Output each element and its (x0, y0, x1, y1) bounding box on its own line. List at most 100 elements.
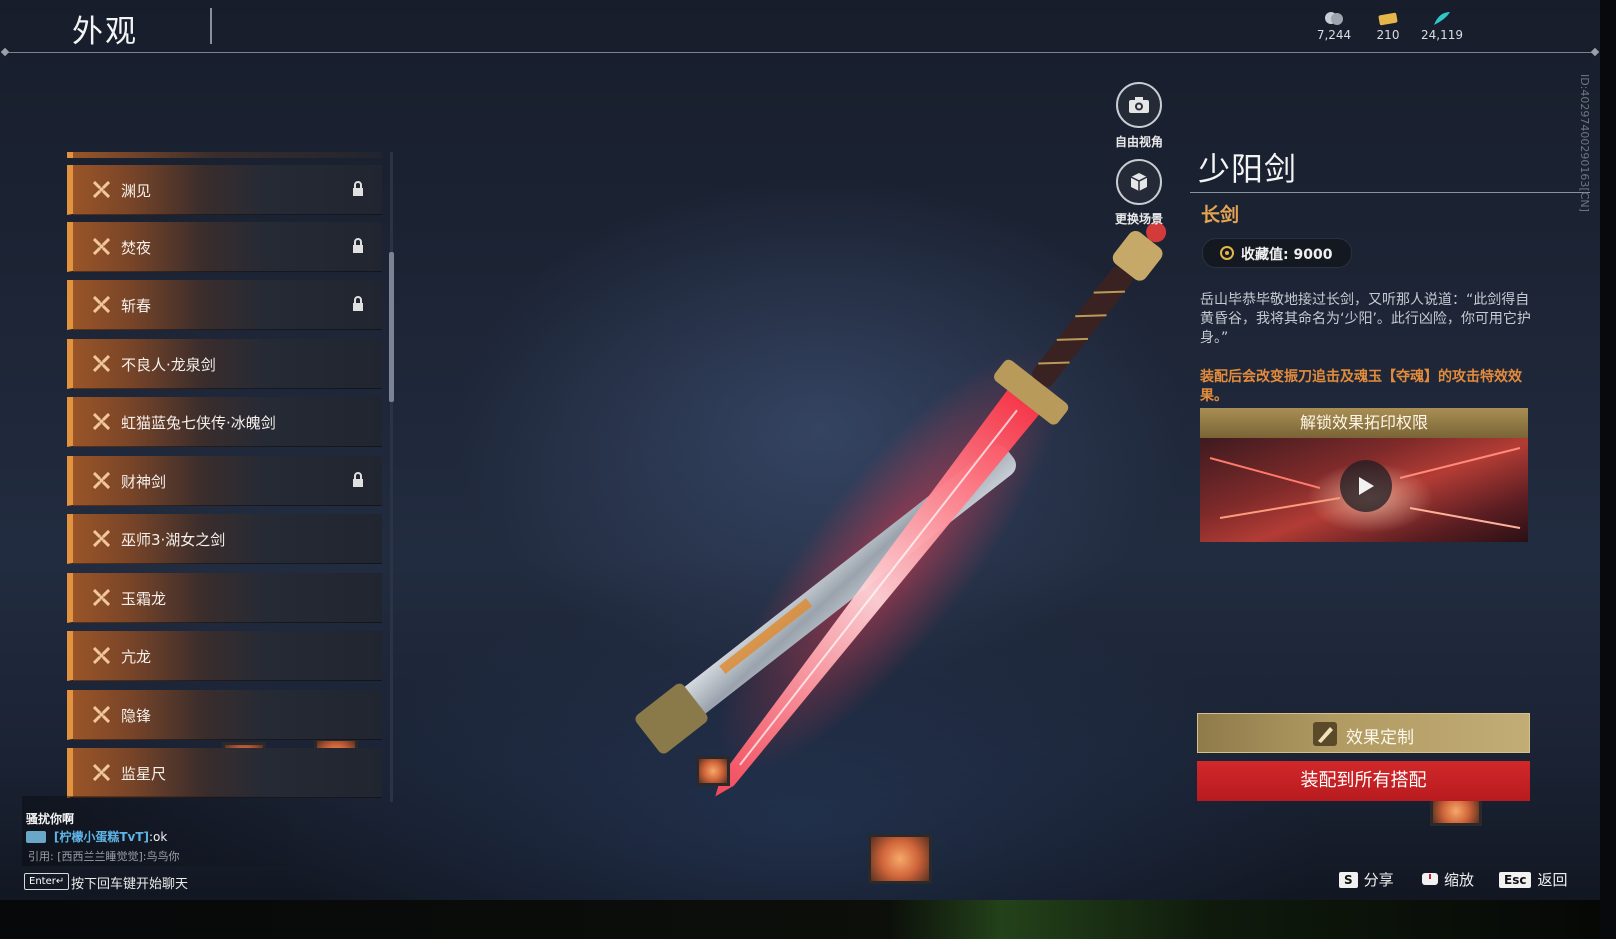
equip-mark-icon (93, 355, 110, 372)
list-item-label: 渊见 (121, 182, 152, 200)
title-divider (210, 8, 212, 44)
change-scene-label: 更换场景 (1114, 212, 1163, 226)
lock-icon (353, 296, 363, 311)
effect-preview-video[interactable] (1200, 438, 1528, 542)
currency-coins-value: 7,244 (1316, 28, 1352, 42)
collect-value-text: 收藏值: 9000 (1241, 247, 1333, 263)
free-view-circle (1116, 82, 1162, 128)
brush-icon (1313, 722, 1337, 746)
chat-text: 骚扰你啊 (26, 812, 75, 826)
list-item[interactable]: 监星尺 (67, 748, 382, 798)
list-scrollbar[interactable] (390, 152, 393, 802)
free-view-label: 自由视角 (1114, 135, 1163, 149)
list-item-label: 巫师3·湖女之剑 (121, 531, 226, 549)
list-item[interactable]: 斩春 (67, 280, 382, 330)
list-item[interactable]: 巫师3·湖女之剑 (67, 514, 382, 564)
item-type: 长剑 (1201, 204, 1240, 226)
equip-mark-icon (93, 296, 110, 313)
cube-icon (1130, 173, 1148, 191)
lock-icon (353, 181, 363, 196)
equip-all-button[interactable]: 装配到所有搭配 (1197, 761, 1530, 801)
collect-icon (1220, 246, 1234, 260)
back-label: 返回 (1537, 871, 1568, 889)
lock-icon (353, 238, 363, 253)
equip-mark-icon (93, 647, 110, 664)
header-divider (6, 52, 1594, 53)
lantern-decoration (868, 834, 932, 884)
currency-tickets-value: 210 (1376, 28, 1400, 42)
collect-value-badge: 收藏值: 9000 (1202, 238, 1352, 268)
chat-input-hint[interactable]: 按下回车键开始聊天 (71, 873, 188, 892)
list-item[interactable]: 焚夜 (67, 222, 382, 272)
change-scene-circle (1116, 159, 1162, 205)
list-item-label: 焚夜 (121, 239, 152, 257)
chat-sender[interactable]: [柠檬小蛋糕TvT] (54, 830, 149, 844)
appearance-list[interactable]: 渊见 焚夜 斩春 不良人·龙泉剑 虹猫蓝兔七侠传·冰魄剑 财神剑 巫师3·湖女之… (67, 152, 382, 802)
list-item-label: 斩春 (121, 297, 152, 315)
jade-feather-icon (1434, 12, 1450, 25)
item-name: 少阳剑 (1198, 150, 1298, 188)
list-item[interactable]: 亢龙 (67, 631, 382, 681)
right-border (1600, 0, 1616, 939)
equip-mark-icon (93, 181, 110, 198)
equip-mark-icon (93, 472, 110, 489)
chat-quote: 引用: [西西兰兰睡觉觉]:鸟鸟你 (28, 848, 180, 864)
equip-mark-icon (93, 706, 110, 723)
share-label: 分享 (1363, 871, 1394, 889)
bottom-border (0, 900, 1616, 939)
currency-coins: 7,244 (1304, 10, 1364, 42)
list-item-partial[interactable] (67, 152, 382, 158)
chat-message-2: [柠檬小蛋糕TvT]:ok (26, 828, 167, 845)
channel-tag-icon (26, 831, 46, 843)
key-esc-icon: Esc (1499, 872, 1532, 888)
top-bar: 外观 7,244 210 24,119 (0, 0, 1600, 54)
chat-message-1: 骚扰你啊 (26, 810, 74, 827)
currency-jade-value: 24,119 (1421, 28, 1463, 42)
list-item-label: 不良人·龙泉剑 (121, 356, 216, 374)
play-button[interactable] (1340, 460, 1392, 512)
list-item-label: 监星尺 (121, 765, 167, 783)
back-hotkey[interactable]: Esc 返回 (1499, 869, 1567, 890)
list-item-label: 玉霜龙 (121, 590, 167, 608)
chat-quote-text: 引用: [西西兰兰睡觉觉]:鸟鸟你 (28, 850, 180, 863)
key-s-icon: S (1339, 872, 1358, 888)
lantern-decoration (696, 756, 730, 786)
mouse-wheel-icon (1422, 873, 1438, 885)
player-id: ID:40297400290163[CN] (1578, 74, 1591, 212)
camera-icon (1129, 97, 1149, 113)
equip-mark-icon (93, 530, 110, 547)
currency-jade: 24,119 (1412, 10, 1472, 42)
item-description: 岳山毕恭毕敬地接过长剑，又听那人说道：“此剑得自黄昏谷，我将其命名为‘少阳’。此… (1200, 292, 1531, 346)
equip-mark-icon (93, 238, 110, 255)
list-item-label: 亢龙 (121, 648, 152, 666)
effect-custom-label: 效果定制 (1346, 728, 1414, 748)
unlock-effect-title: 解锁效果拓印权限 (1200, 408, 1528, 438)
name-divider (1190, 192, 1590, 193)
share-hotkey[interactable]: S 分享 (1339, 869, 1394, 890)
list-scrollbar-thumb[interactable] (389, 252, 394, 402)
equip-mark-icon (93, 413, 110, 430)
change-scene-button[interactable]: 更换场景 (1109, 159, 1169, 227)
free-view-button[interactable]: 自由视角 (1109, 82, 1169, 150)
list-item[interactable]: 虹猫蓝兔七侠传·冰魄剑 (67, 397, 382, 447)
currency-tickets: 210 (1358, 10, 1418, 42)
list-item[interactable]: 渊见 (67, 165, 382, 215)
list-item-label: 隐锋 (121, 707, 152, 725)
effect-custom-button[interactable]: 效果定制 (1197, 713, 1530, 753)
list-item[interactable]: 玉霜龙 (67, 573, 382, 623)
enter-key-icon: Enter↵ (24, 873, 70, 890)
chat-text: :ok (149, 830, 168, 844)
equip-mark-icon (93, 764, 110, 781)
page-title: 外观 (72, 14, 138, 50)
list-item[interactable]: 隐锋 (67, 690, 382, 740)
list-item-label: 虹猫蓝兔七侠传·冰魄剑 (121, 414, 276, 432)
list-item[interactable]: 不良人·龙泉剑 (67, 339, 382, 389)
zoom-hotkey[interactable]: 缩放 (1420, 869, 1474, 890)
unlock-effect-card[interactable]: 解锁效果拓印权限 (1200, 408, 1528, 542)
effect-note: 装配后会改变振刀追击及魂玉【夺魂】的攻击特效效果。 (1200, 369, 1522, 404)
list-item[interactable]: 财神剑 (67, 456, 382, 506)
lock-icon (353, 472, 363, 487)
equip-mark-icon (93, 589, 110, 606)
list-item-label: 财神剑 (121, 473, 167, 491)
zoom-label: 缩放 (1444, 871, 1475, 889)
